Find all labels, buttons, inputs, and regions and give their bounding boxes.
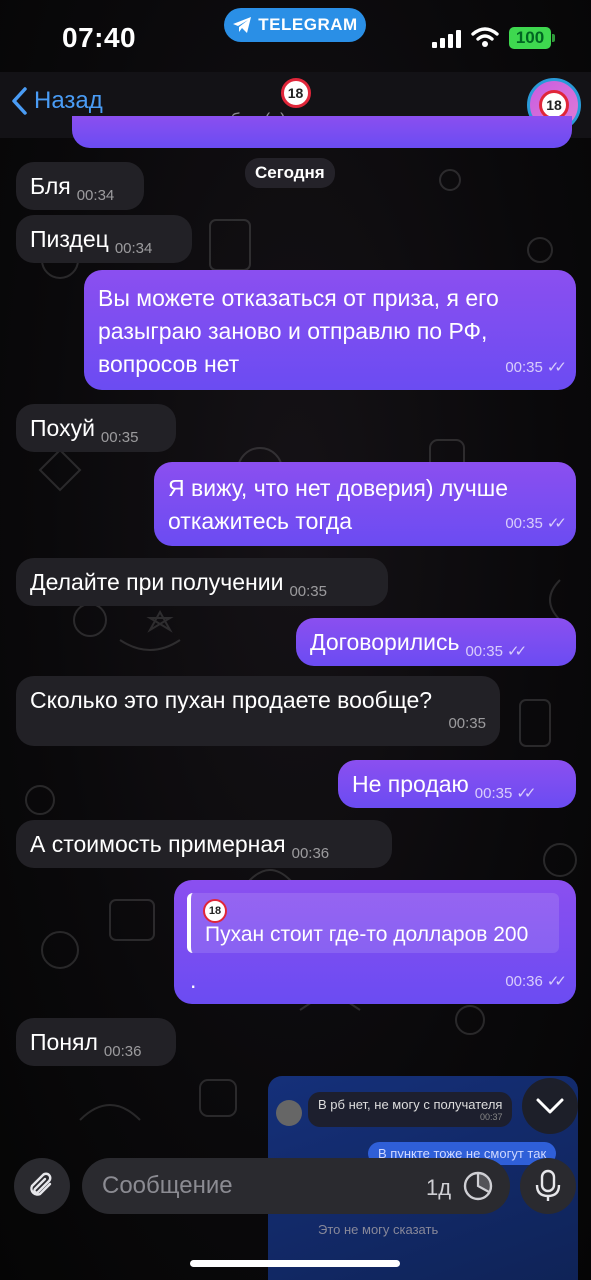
message-bubble-incoming[interactable]: Бля 00:34: [16, 162, 144, 210]
read-checkmarks-icon: ✓✓: [507, 643, 527, 660]
message-text: Пиздец: [30, 226, 109, 252]
message-bubble-outgoing[interactable]: Договорились 00:35 ✓✓: [296, 618, 576, 666]
clock: 07:40: [62, 22, 137, 53]
message-meta: 00:35 ✓✓: [505, 351, 567, 384]
telegram-pill-label: TELEGRAM: [258, 15, 358, 34]
cellular-signal-icon: [432, 30, 464, 48]
read-checkmarks-icon: ✓✓: [546, 515, 567, 532]
scroll-to-bottom-button[interactable]: [522, 1078, 578, 1134]
back-button[interactable]: Назад: [10, 86, 103, 116]
read-checkmarks-icon: ✓✓: [516, 785, 536, 802]
message-time: 00:35: [505, 515, 543, 532]
chat-screen: 07:40 TELEGRAM 100 Назад 18 был: [0, 0, 591, 1280]
message-bubble-incoming[interactable]: Понял 00:36: [16, 1018, 176, 1066]
message-time: 00:36: [505, 973, 543, 990]
message-text: Делайте при получении: [30, 569, 284, 595]
message-time: 00:36: [103, 1043, 142, 1060]
message-text: Сколько это пухан продаете вообще?: [30, 687, 433, 713]
wifi-icon: [471, 27, 499, 47]
message-text: Бля: [30, 173, 71, 199]
message-bubble-incoming[interactable]: Пиздец 00:34: [16, 215, 192, 263]
message-text: А стоимость примерная: [30, 831, 286, 857]
message-meta: 00:35 ✓✓: [505, 507, 567, 540]
status-bar: 07:40 TELEGRAM 100: [0, 0, 591, 80]
battery-tip: [552, 34, 555, 42]
message-time: 00:36: [291, 845, 330, 862]
message-text: Понял: [30, 1029, 98, 1055]
autodelete-timer-label[interactable]: 1д: [426, 1175, 451, 1201]
home-indicator[interactable]: [190, 1260, 400, 1267]
preview-avatar: [276, 1100, 302, 1126]
telegram-plane-icon: [233, 17, 252, 33]
chevron-left-icon: [12, 87, 27, 115]
paperclip-icon: [30, 1172, 52, 1196]
preview-incoming-bubble: В рб нет, не могу с получателя 00:37: [308, 1092, 513, 1127]
message-text-line: Я вижу, что нет доверия) лучше: [168, 475, 509, 501]
message-text-line: Вы можете отказаться от приза, я его: [98, 285, 499, 311]
message-bubble-outgoing[interactable]: Не продаю 00:35 ✓✓: [338, 760, 576, 808]
battery-indicator: 100: [509, 27, 551, 49]
microphone-icon: [535, 1169, 561, 1201]
message-time: 00:35: [474, 785, 513, 802]
reply-quote[interactable]: 18 Пухан стоит где-то долларов 200: [187, 893, 559, 953]
age-18-icon: 18: [280, 78, 311, 108]
message-bubble-incoming[interactable]: Делайте при получении 00:35: [16, 558, 388, 606]
message-text: Договорились: [310, 629, 460, 655]
message-bubble-outgoing[interactable]: Вы можете отказаться от приза, я его раз…: [84, 270, 576, 390]
message-bubble-outgoing[interactable]: Я вижу, что нет доверия) лучше откажитес…: [154, 462, 576, 546]
message-meta: 00:36 ✓✓: [505, 965, 567, 998]
age-18-icon: 18: [203, 899, 227, 923]
message-time: 00:35: [289, 583, 327, 600]
message-text: Не продаю: [352, 771, 469, 797]
read-checkmarks-icon: ✓✓: [546, 359, 567, 376]
back-label: Назад: [34, 87, 103, 114]
reply-body-text: .: [190, 967, 197, 993]
preview-incoming-time: 00:37: [479, 1112, 503, 1122]
message-time: 00:34: [114, 240, 153, 257]
voice-record-button[interactable]: [520, 1158, 576, 1214]
preview-bottom-text: Это не могу сказать: [318, 1222, 439, 1237]
message-text: Похуй: [30, 415, 95, 441]
read-checkmarks-icon: ✓✓: [546, 973, 567, 990]
message-meta: 00:35 ✓✓: [474, 777, 537, 810]
telegram-pill[interactable]: TELEGRAM: [224, 8, 366, 42]
message-text-line: откажитесь тогда: [168, 508, 352, 534]
autodelete-timer-icon[interactable]: [462, 1170, 494, 1202]
partial-outgoing-bubble: [72, 116, 572, 148]
message-time: 00:34: [76, 187, 115, 204]
message-text-line: вопросов нет: [98, 351, 240, 377]
message-bubble-incoming[interactable]: Похуй 00:35: [16, 404, 176, 452]
message-input-placeholder: Сообщение: [102, 1172, 233, 1199]
message-meta: 00:35 ✓✓: [465, 635, 527, 668]
message-time: 00:35: [448, 715, 486, 732]
preview-incoming-text: В рб нет, не могу с получателя: [318, 1097, 503, 1112]
message-text-line: разыграю заново и отправлю по РФ,: [98, 318, 488, 344]
message-input[interactable]: Сообщение 1д: [82, 1158, 510, 1214]
date-chip: Сегодня: [245, 158, 335, 188]
message-bubble-incoming[interactable]: А стоимость примерная 00:36: [16, 820, 392, 868]
message-bubble-incoming[interactable]: Сколько это пухан продаете вообще? 00:35: [16, 676, 500, 746]
message-time: 00:35: [465, 643, 503, 660]
reply-quote-text: Пухан стоит где-то долларов 200: [205, 923, 529, 946]
message-time: 00:35: [100, 429, 139, 446]
chevron-down-icon: [536, 1098, 564, 1114]
message-time: 00:35: [505, 359, 543, 376]
attach-button[interactable]: [14, 1158, 70, 1214]
